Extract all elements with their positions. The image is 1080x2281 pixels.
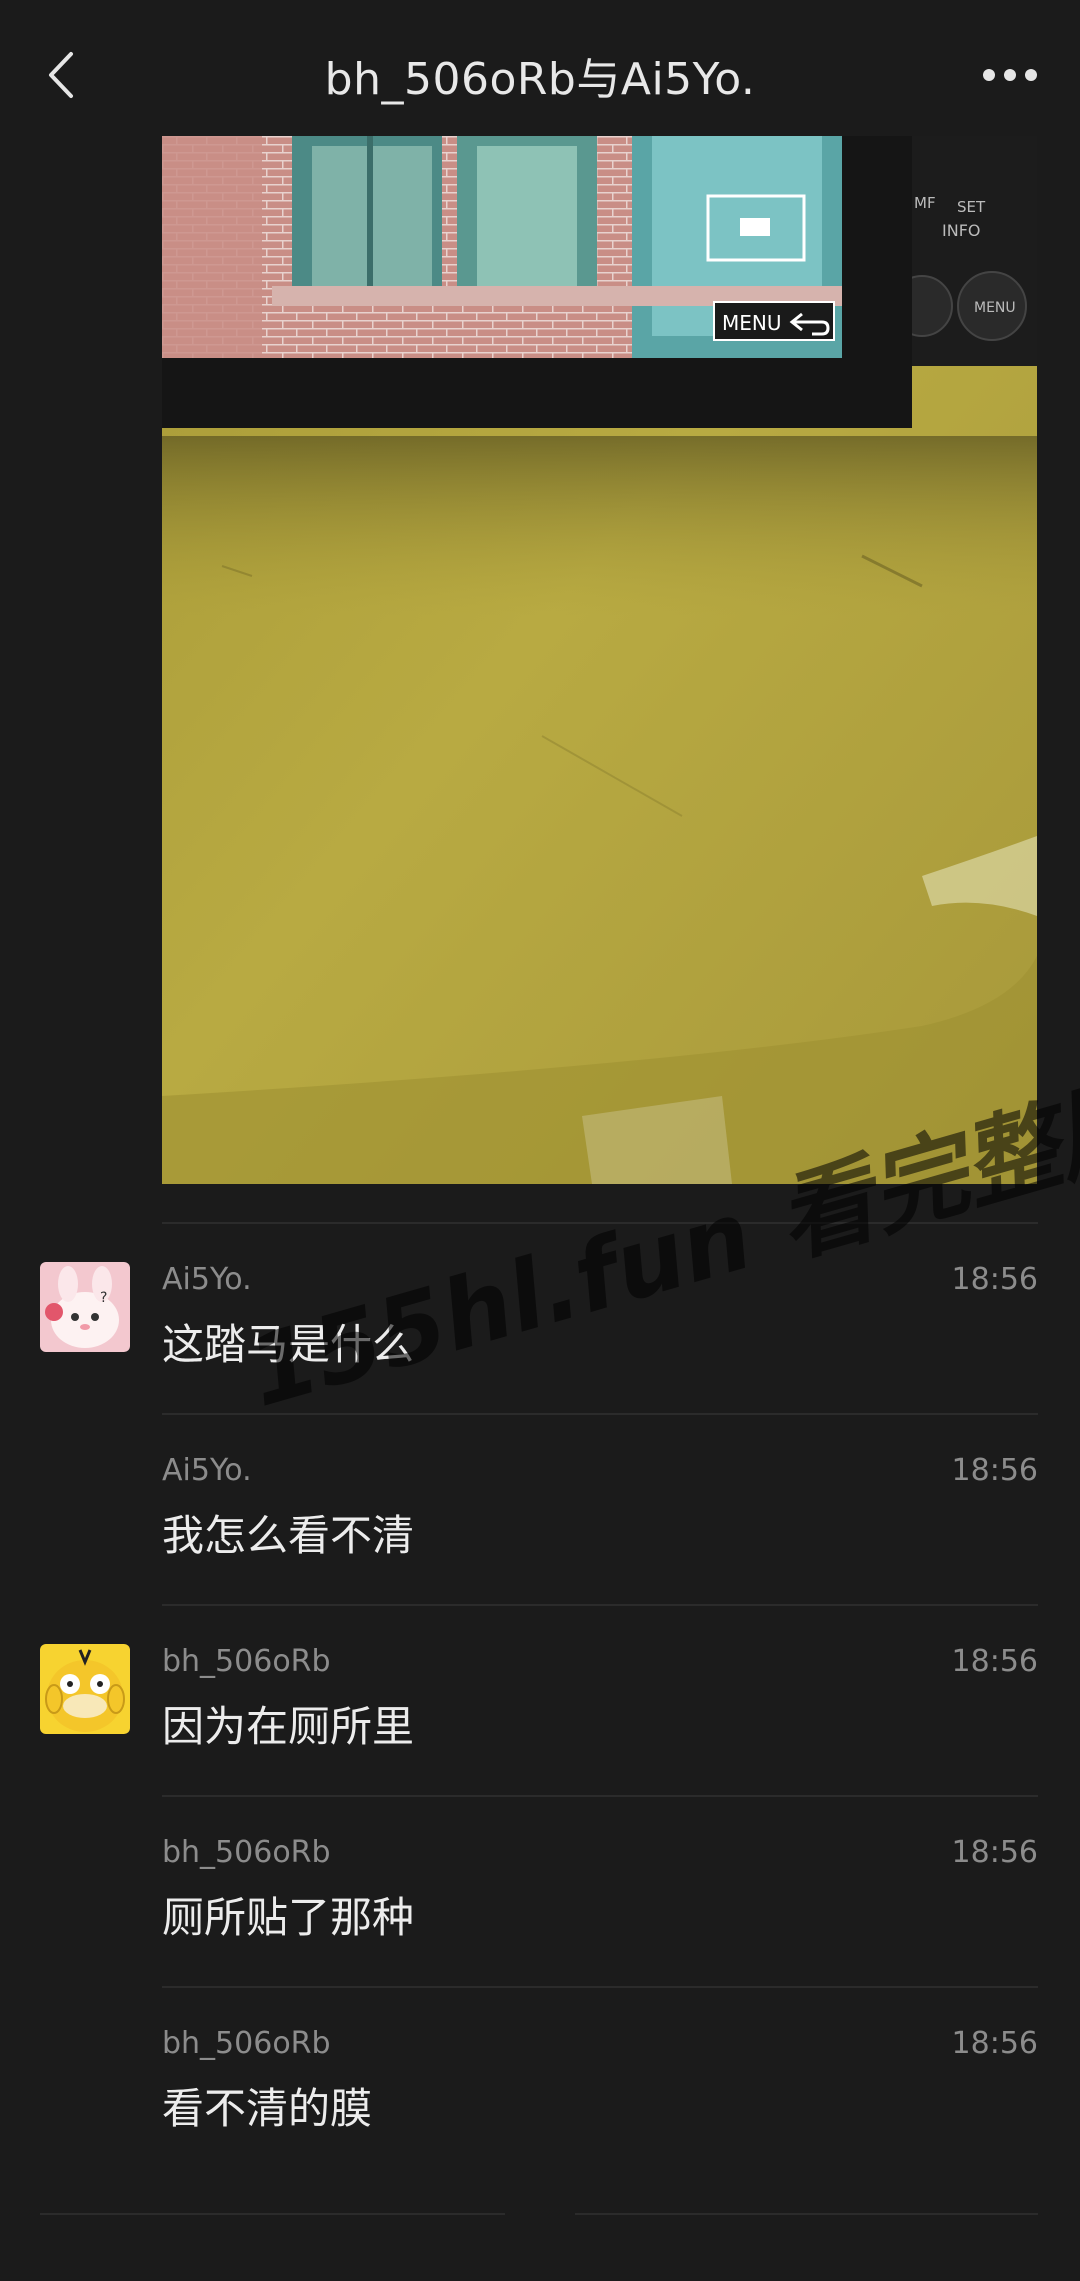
svg-text:?: ? — [100, 1290, 107, 1306]
divider — [575, 2213, 1038, 2215]
photo-content: MENU MF SET INFO MENU — [162, 136, 1037, 1184]
sender-name: bh_506oRb — [162, 2026, 331, 2061]
message-row: bh_506oRb 18:56 因为在厕所里 — [0, 1606, 1080, 1797]
message-row: bh_506oRb 18:56 厕所贴了那种 — [0, 1797, 1080, 1988]
message-text[interactable]: 因为在厕所里 — [162, 1698, 414, 1756]
message-time: 18:56 — [951, 1835, 1038, 1870]
camera-info-label: INFO — [942, 221, 980, 240]
sender-name: bh_506oRb — [162, 1644, 331, 1679]
camera-mf-label: MF — [914, 194, 936, 212]
chat-header: bh_506oRb与Ai5Yo. — [0, 0, 1080, 140]
chat-title: bh_506oRb与Ai5Yo. — [324, 54, 756, 105]
divider — [40, 2213, 505, 2215]
yellow-duck-avatar-icon — [40, 1644, 130, 1734]
more-options-button[interactable] — [970, 45, 1050, 105]
sender-name: bh_506oRb — [162, 1835, 331, 1870]
sender-name: Ai5Yo. — [162, 1453, 252, 1488]
image-message[interactable]: MENU MF SET INFO MENU — [162, 136, 1037, 1184]
message-text[interactable]: 厕所贴了那种 — [162, 1889, 414, 1947]
message-text[interactable]: 看不清的膜 — [162, 2080, 372, 2138]
message-time: 18:56 — [951, 1262, 1038, 1297]
more-dots-icon — [983, 69, 1037, 81]
back-button[interactable] — [30, 40, 90, 110]
message-time: 18:56 — [951, 1453, 1038, 1488]
message-row: Ai5Yo. 18:56 我怎么看不清 — [0, 1415, 1080, 1606]
camera-screen-menu-label: MENU — [722, 311, 782, 335]
avatar-yellow-duck[interactable] — [40, 1644, 130, 1734]
message-row: bh_506oRb 18:56 看不清的膜 — [0, 1988, 1080, 2179]
message-time: 18:56 — [951, 1644, 1038, 1679]
camera-set-label: SET — [957, 198, 986, 216]
message-text[interactable]: 这踏马是什么 — [162, 1316, 414, 1374]
message-time: 18:56 — [951, 2026, 1038, 2061]
chevron-left-icon — [49, 52, 73, 98]
avatar-pink-bunny[interactable]: ? — [40, 1262, 130, 1352]
camera-menu-label: MENU — [974, 300, 1016, 316]
pink-bunny-avatar-icon: ? — [40, 1262, 130, 1352]
message-row: ? Ai5Yo. 18:56 这踏马是什么 — [0, 1224, 1080, 1415]
sender-name: Ai5Yo. — [162, 1262, 252, 1297]
message-text[interactable]: 我怎么看不清 — [162, 1507, 414, 1565]
